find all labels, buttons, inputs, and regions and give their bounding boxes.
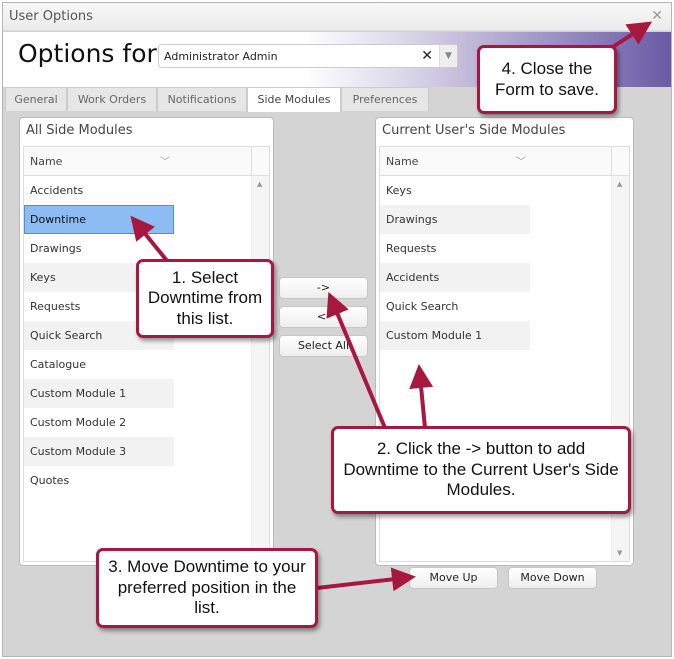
tab-general[interactable]: General (5, 87, 67, 111)
list-item[interactable]: Custom Module 2 (24, 408, 174, 437)
title-bar: User Options ✕ (3, 3, 671, 31)
list-item[interactable]: Requests (380, 234, 530, 263)
list-item[interactable]: Downtime (24, 205, 174, 234)
tab-notifications[interactable]: Notifications (157, 87, 247, 111)
grid-header[interactable]: Name ﹀ (380, 147, 629, 176)
move-up-button[interactable]: Move Up (409, 567, 498, 589)
all-modules-grid: Name ﹀ Accidents Downtime Drawings Keys Reque… (23, 146, 270, 562)
scroll-down-icon[interactable]: ▼ (617, 549, 622, 557)
current-modules-list: Keys Drawings Requests Accidents Quick Searc… (380, 176, 530, 350)
user-select[interactable]: Administrator Admin ✕ ▼ (158, 44, 458, 68)
list-item[interactable]: Catalogue (24, 350, 174, 379)
options-for-label: Options for (18, 39, 157, 68)
panel-title: Current User's Side Modules (382, 123, 566, 138)
close-icon[interactable]: ✕ (651, 8, 663, 24)
callout-step-4: 4. Close the Form to save. (477, 45, 617, 114)
select-all-button[interactable]: Select All (279, 335, 368, 357)
tab-preferences[interactable]: Preferences (341, 87, 429, 111)
column-name: Name (386, 155, 419, 168)
remove-button[interactable]: <- (279, 306, 368, 328)
header-spacer (611, 147, 629, 176)
list-item[interactable]: Quick Search (380, 292, 530, 321)
list-item[interactable]: Custom Module 1 (24, 379, 174, 408)
grid-header[interactable]: Name ﹀ (24, 147, 269, 176)
scroll-up-icon[interactable]: ▲ (257, 180, 262, 188)
callout-step-1: 1. Select Downtime from this list. (136, 259, 274, 338)
all-side-modules-panel: All Side Modules Name ﹀ Accidents Downtime… (19, 117, 274, 566)
list-item[interactable]: Drawings (380, 205, 530, 234)
header-spacer (251, 147, 269, 176)
chevron-down-icon[interactable]: ﹀ (516, 153, 526, 168)
scroll-up-icon[interactable]: ▲ (617, 180, 622, 188)
move-down-button[interactable]: Move Down (508, 567, 597, 589)
callout-step-2: 2. Click the -> button to add Downtime t… (331, 426, 631, 514)
list-item[interactable]: Accidents (24, 176, 174, 205)
column-name: Name (30, 155, 63, 168)
list-item[interactable]: Quotes (24, 466, 174, 495)
callout-step-3: 3. Move Downtime to your preferred posit… (96, 548, 318, 628)
chevron-down-icon[interactable]: ﹀ (160, 153, 170, 168)
user-value: Administrator Admin (164, 50, 278, 63)
list-item[interactable]: Accidents (380, 263, 530, 292)
chevron-down-icon[interactable]: ▼ (439, 45, 457, 67)
tab-side-modules[interactable]: Side Modules (247, 87, 341, 112)
window-title: User Options (9, 9, 93, 24)
tab-work-orders[interactable]: Work Orders (67, 87, 157, 111)
panel-title: All Side Modules (26, 123, 133, 138)
add-button[interactable]: -> (279, 277, 368, 299)
list-item[interactable]: Custom Module 3 (24, 437, 174, 466)
list-item[interactable]: Custom Module 1 (380, 321, 530, 350)
list-item[interactable]: Keys (380, 176, 530, 205)
clear-icon[interactable]: ✕ (421, 48, 433, 64)
scrollbar[interactable]: ▲ (251, 176, 269, 561)
